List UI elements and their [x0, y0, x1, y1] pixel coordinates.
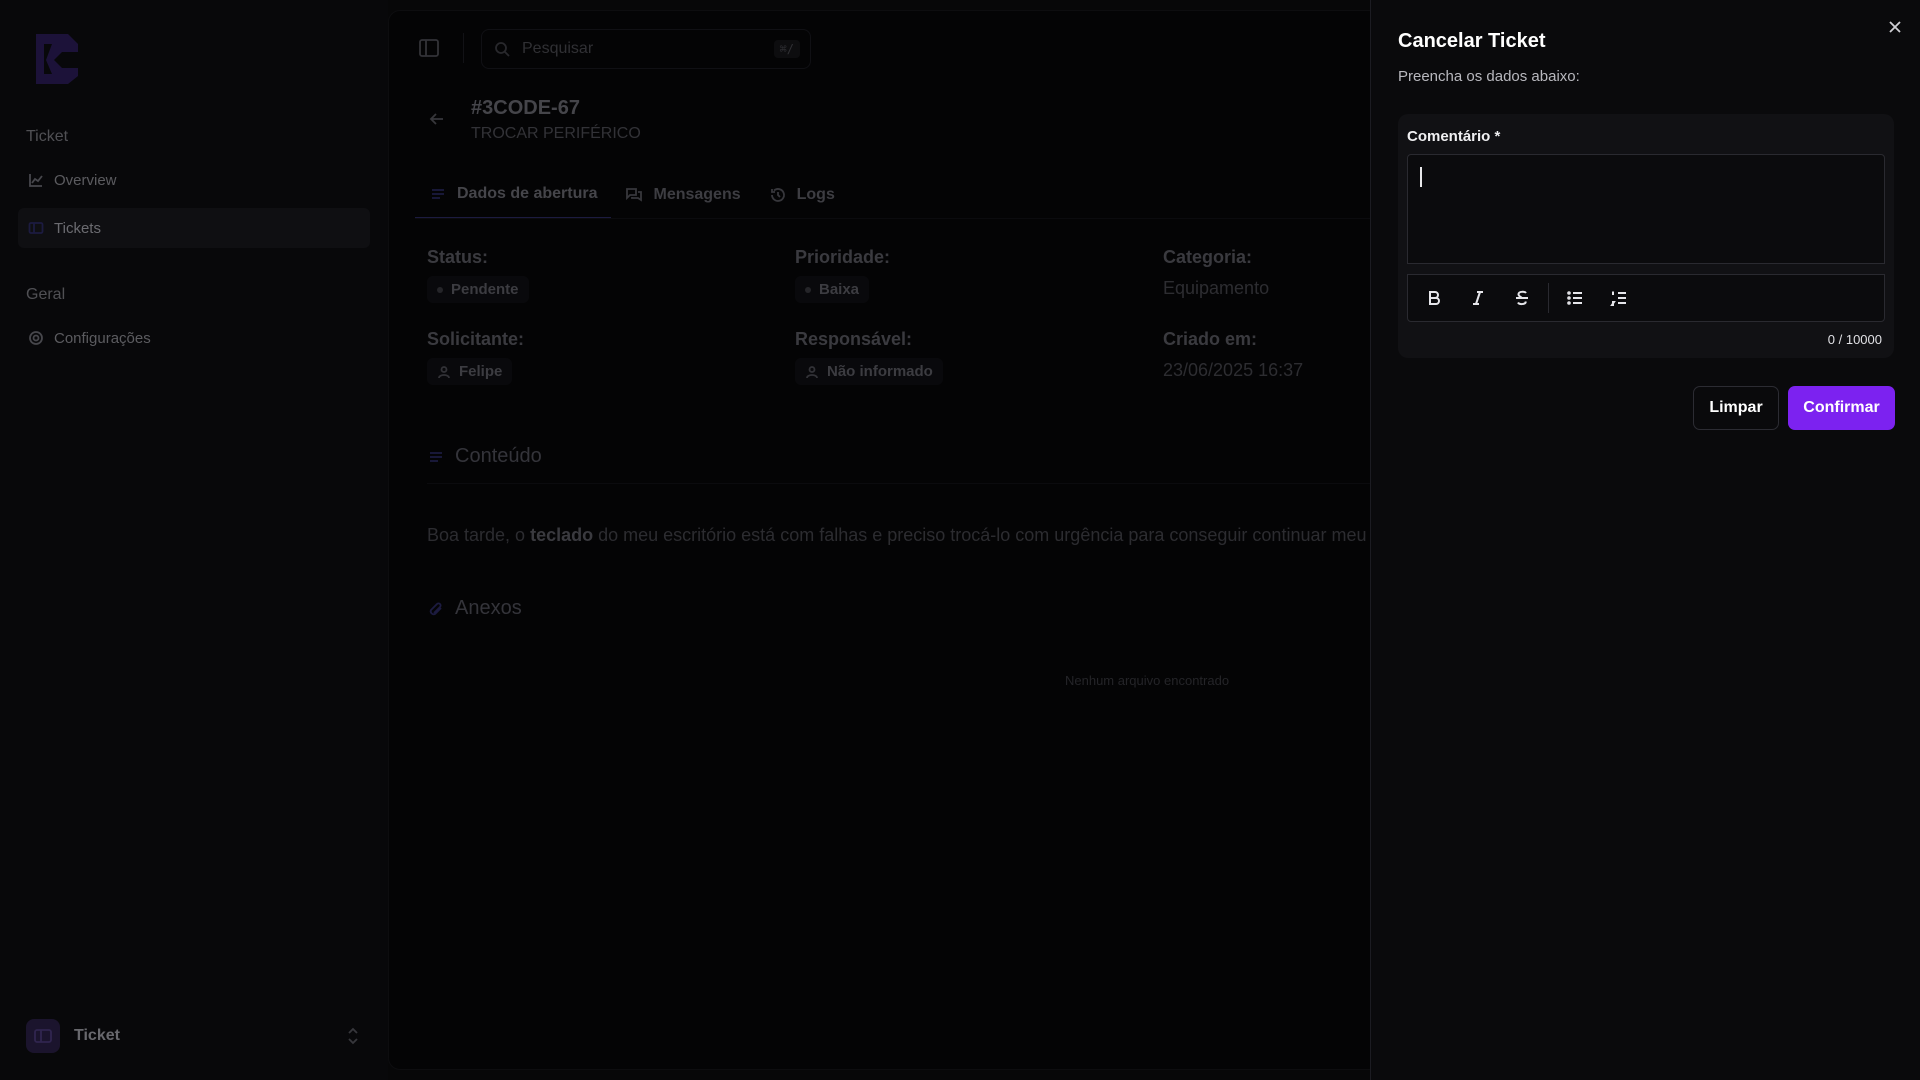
modal-overlay[interactable]: [0, 0, 1370, 1080]
comment-editor[interactable]: [1407, 154, 1885, 264]
drawer-subtitle: Preencha os dados abaixo:: [1398, 68, 1580, 85]
drawer-title: Cancelar Ticket: [1398, 30, 1546, 52]
bullet-list-icon: [1567, 291, 1582, 305]
ordered-list-icon: [1610, 291, 1626, 306]
toolbar-divider: [1548, 283, 1549, 313]
bold-button[interactable]: [1422, 286, 1446, 310]
comment-label: Comentário *: [1407, 128, 1501, 145]
bold-icon: [1429, 291, 1440, 305]
italic-icon: [1473, 291, 1483, 305]
close-icon[interactable]: [1886, 18, 1904, 36]
bullet-list-button[interactable]: [1563, 286, 1587, 310]
strikethrough-icon: [1516, 290, 1528, 306]
text-caret: [1420, 167, 1422, 187]
cancel-ticket-drawer: Cancelar Ticket Preencha os dados abaixo…: [1370, 0, 1920, 1080]
strikethrough-button[interactable]: [1510, 286, 1534, 310]
italic-button[interactable]: [1466, 286, 1490, 310]
confirm-button[interactable]: Confirmar: [1788, 386, 1895, 430]
comment-form-card: Comentário * 0 / 10000: [1398, 114, 1894, 358]
character-counter: 0 / 10000: [1827, 332, 1882, 347]
clear-button[interactable]: Limpar: [1693, 386, 1779, 430]
app-root: Ticket Overview Tickets Geral Configuraç…: [0, 0, 1920, 1080]
ordered-list-button[interactable]: [1607, 286, 1631, 310]
editor-toolbar: [1407, 274, 1885, 322]
